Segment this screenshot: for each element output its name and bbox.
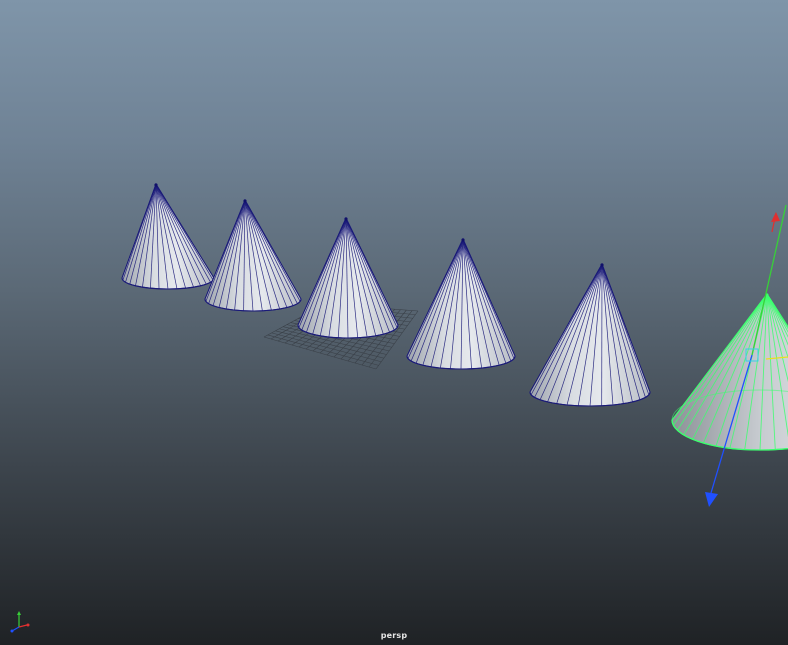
- cone-2[interactable]: [204, 198, 302, 312]
- camera-name-label: persp: [380, 631, 408, 640]
- perspective-viewport[interactable]: persp: [0, 0, 788, 645]
- cone-1[interactable]: [121, 182, 215, 290]
- cone-apex: [461, 238, 465, 242]
- axis-y-arrow: [17, 611, 21, 615]
- cone-apex: [600, 263, 604, 267]
- cone-apex: [243, 199, 247, 203]
- axis-x-line: [18, 624, 28, 628]
- cone-6-selected[interactable]: [671, 293, 788, 451]
- cone-surface[interactable]: [204, 198, 302, 312]
- manip-x-handle[interactable]: [771, 212, 780, 222]
- cones-layer: [121, 182, 788, 451]
- cone-apex: [344, 217, 348, 221]
- cone-surface[interactable]: [121, 182, 215, 290]
- cone-4[interactable]: [406, 237, 516, 370]
- cone-5[interactable]: [529, 262, 651, 407]
- axis-x-arrow: [26, 623, 30, 627]
- cone-apex: [154, 183, 158, 187]
- manip-z-handle[interactable]: [705, 492, 718, 507]
- cone-3[interactable]: [297, 216, 399, 339]
- view-axis-indicator: [10, 611, 30, 633]
- scene-canvas[interactable]: [0, 0, 788, 645]
